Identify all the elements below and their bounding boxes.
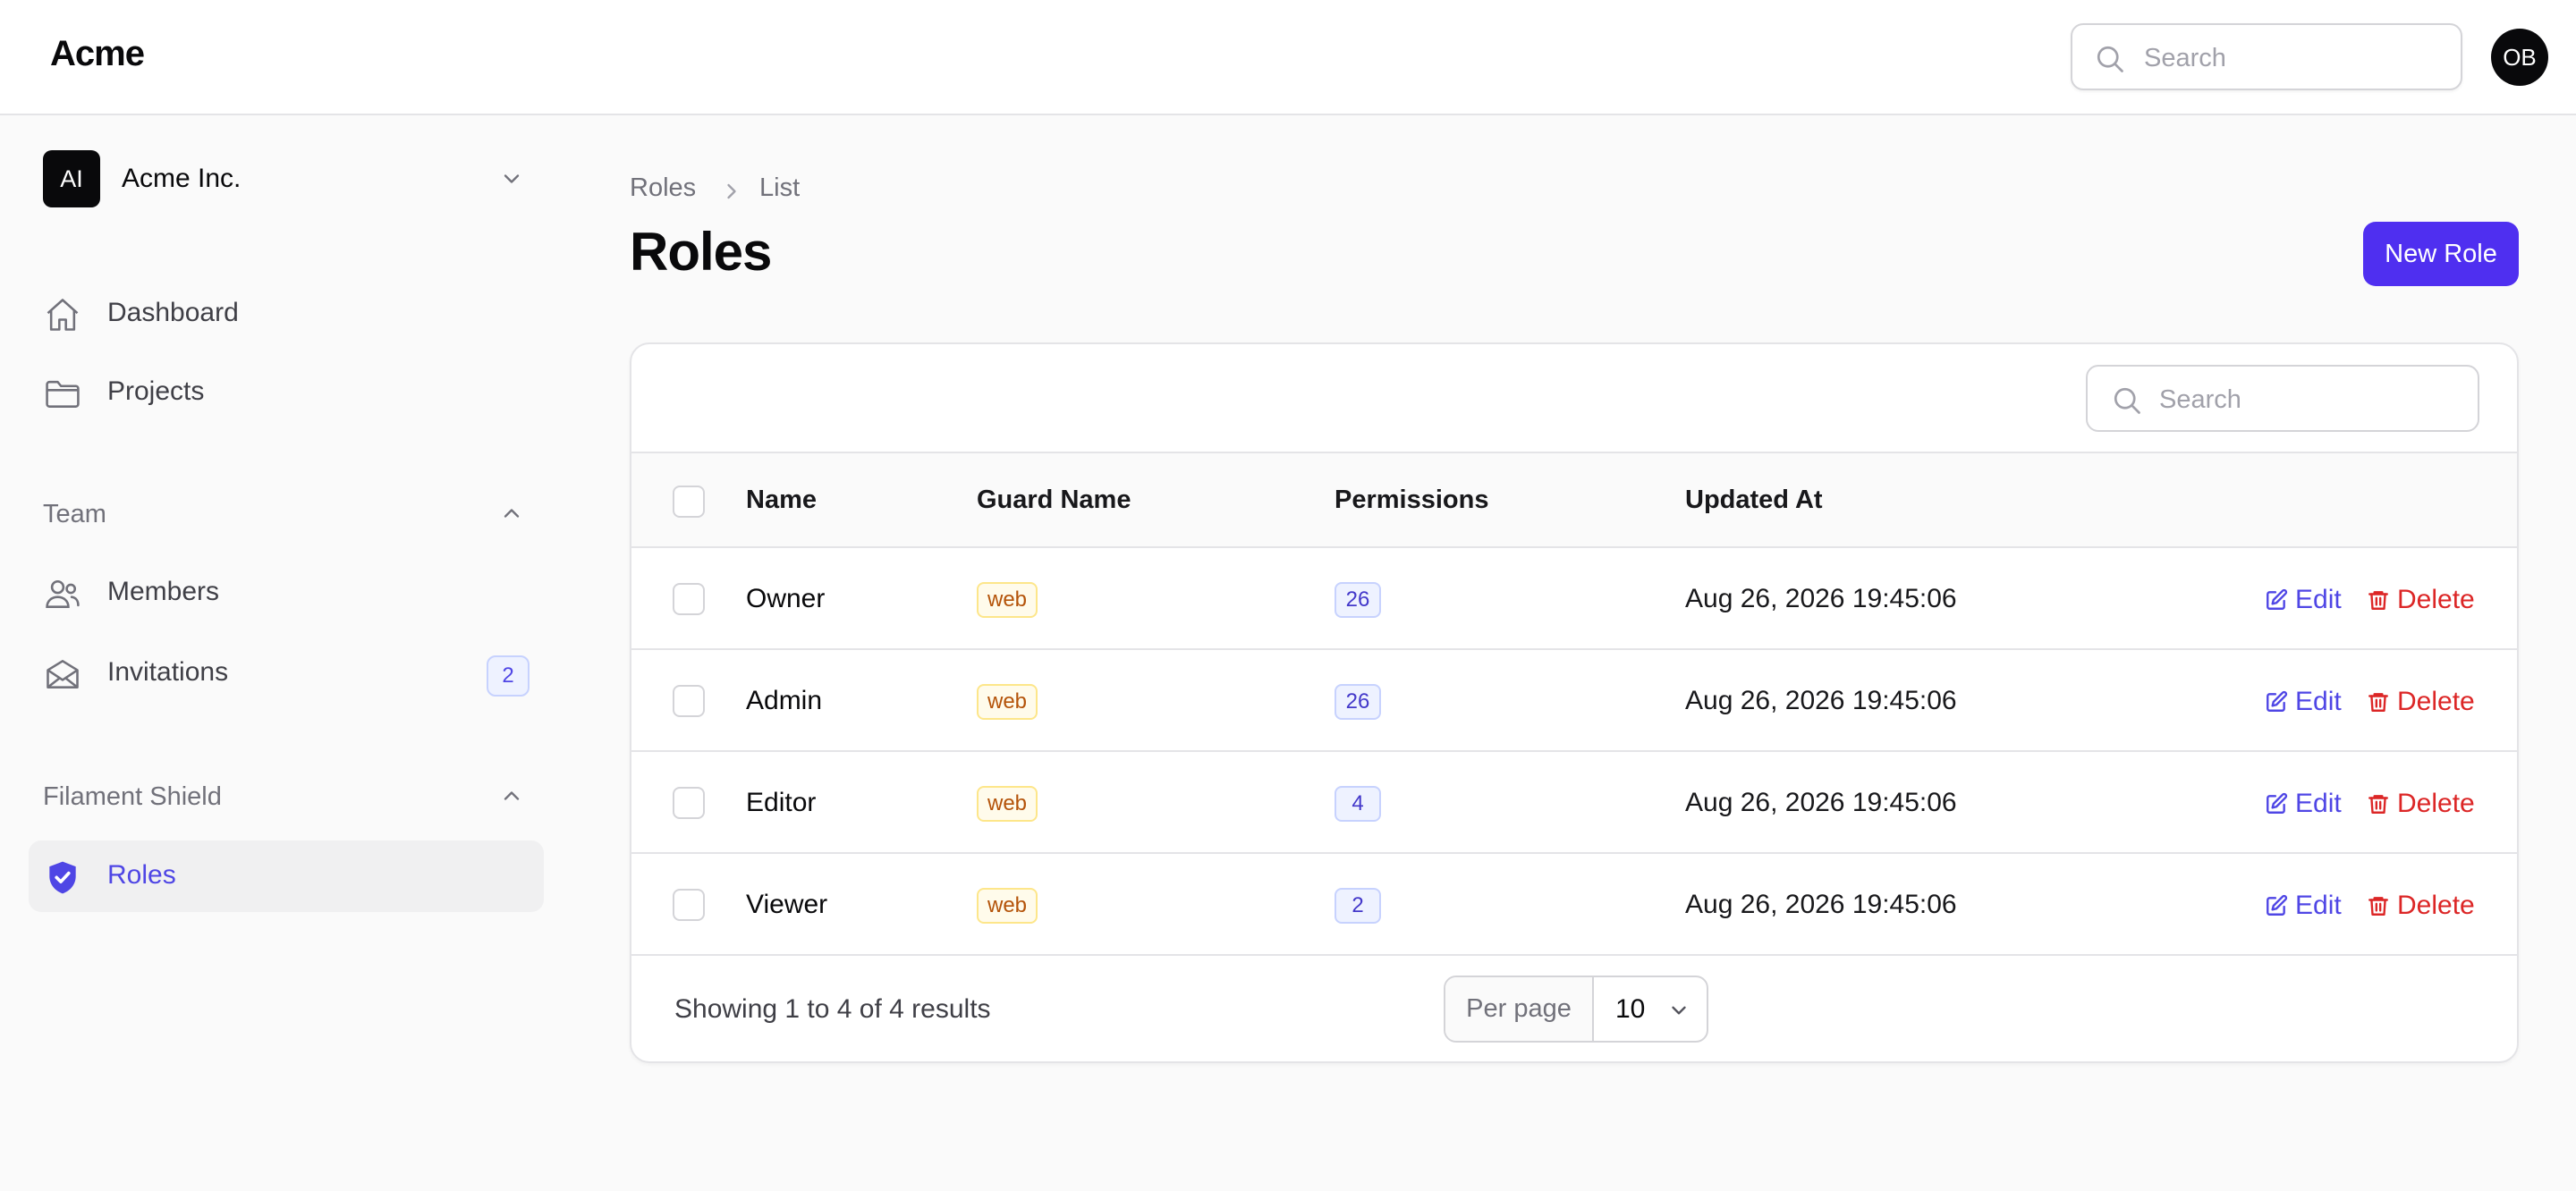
guard-badge: web	[977, 684, 1038, 720]
row-checkbox[interactable]	[673, 685, 705, 717]
sidebar-item-label: Dashboard	[107, 298, 239, 327]
table-row: Editor web 4 Aug 26, 2026 19:45:06 Edit …	[631, 752, 2517, 854]
sidebar-item-label: Members	[107, 577, 220, 606]
table-search-input[interactable]: Search	[2086, 365, 2479, 432]
sidebar-item-members[interactable]: Members	[29, 557, 544, 629]
row-checkbox[interactable]	[673, 787, 705, 819]
column-header-updated-at[interactable]: Updated At	[1685, 486, 1823, 515]
role-name: Editor	[746, 788, 817, 817]
global-search-input[interactable]: Search	[2071, 23, 2462, 90]
permissions-count-badge: 4	[1335, 786, 1381, 822]
role-name: Admin	[746, 686, 823, 715]
chevron-up-icon[interactable]	[499, 783, 524, 808]
edit-label: Edit	[2295, 789, 2342, 818]
guard-badge: web	[977, 786, 1038, 822]
updated-at: Aug 26, 2026 19:45:06	[1685, 890, 1957, 919]
delete-button[interactable]: Delete	[2367, 786, 2475, 822]
roles-table: Search Name Guard Name Permissions Updat…	[630, 342, 2519, 1063]
tenant-name: Acme Inc.	[122, 164, 242, 193]
pencil-square-icon	[2265, 894, 2288, 917]
edit-button[interactable]: Edit	[2265, 582, 2342, 618]
brand-logo[interactable]: Acme	[50, 34, 145, 74]
nav-group-team[interactable]: Team	[43, 500, 106, 529]
delete-label: Delete	[2397, 891, 2475, 920]
breadcrumb-link-roles[interactable]: Roles	[630, 173, 696, 203]
search-icon	[2111, 384, 2143, 417]
table-row: Owner web 26 Aug 26, 2026 19:45:06 Edit …	[631, 548, 2517, 650]
sidebar-item-label: Invitations	[107, 657, 229, 687]
delete-button[interactable]: Delete	[2367, 888, 2475, 924]
table-header: Name Guard Name Permissions Updated At	[631, 452, 2517, 548]
tenant-avatar: AI	[43, 150, 100, 207]
chevron-down-icon	[1667, 999, 1690, 1022]
row-checkbox[interactable]	[673, 889, 705, 921]
invitations-count-badge: 2	[487, 655, 530, 697]
nav-group-filament-shield[interactable]: Filament Shield	[43, 782, 222, 812]
edit-button[interactable]: Edit	[2265, 888, 2342, 924]
edit-button[interactable]: Edit	[2265, 684, 2342, 720]
user-avatar[interactable]: OB	[2491, 29, 2548, 86]
shield-check-icon	[43, 857, 82, 897]
sidebar-item-roles[interactable]: Roles	[29, 840, 544, 912]
chevron-up-icon[interactable]	[499, 501, 524, 526]
sidebar-item-label: Projects	[107, 376, 205, 406]
row-checkbox[interactable]	[673, 583, 705, 615]
trash-icon	[2367, 792, 2390, 815]
guard-badge: web	[977, 888, 1038, 924]
role-name: Viewer	[746, 890, 828, 919]
top-bar: Acme Search OB	[0, 0, 2576, 115]
delete-button[interactable]: Delete	[2367, 582, 2475, 618]
per-page-value: 10	[1615, 994, 1646, 1024]
per-page-label: Per page	[1445, 977, 1594, 1041]
updated-at: Aug 26, 2026 19:45:06	[1685, 686, 1957, 715]
role-name: Owner	[746, 584, 826, 613]
edit-label: Edit	[2295, 585, 2342, 614]
edit-button[interactable]: Edit	[2265, 786, 2342, 822]
search-icon	[2094, 43, 2126, 75]
envelope-open-icon	[43, 655, 82, 694]
pencil-square-icon	[2265, 588, 2288, 612]
chevron-right-icon	[719, 179, 744, 204]
trash-icon	[2367, 690, 2390, 714]
table-search-placeholder: Search	[2159, 385, 2241, 414]
column-header-name[interactable]: Name	[746, 486, 817, 515]
updated-at: Aug 26, 2026 19:45:06	[1685, 788, 1957, 817]
table-row: Viewer web 2 Aug 26, 2026 19:45:06 Edit …	[631, 854, 2517, 956]
permissions-count-badge: 26	[1335, 684, 1381, 720]
per-page-select[interactable]: Per page 10	[1444, 976, 1708, 1043]
guard-badge: web	[977, 582, 1038, 618]
select-all-checkbox[interactable]	[673, 486, 705, 518]
sidebar-item-projects[interactable]: Projects	[29, 357, 544, 428]
edit-label: Edit	[2295, 891, 2342, 920]
delete-button[interactable]: Delete	[2367, 684, 2475, 720]
tenant-switcher[interactable]: AI Acme Inc.	[43, 150, 533, 207]
updated-at: Aug 26, 2026 19:45:06	[1685, 584, 1957, 613]
permissions-count-badge: 26	[1335, 582, 1381, 618]
page-title: Roles	[630, 222, 772, 282]
home-icon	[43, 295, 82, 334]
pencil-square-icon	[2265, 792, 2288, 815]
folder-icon	[43, 374, 82, 413]
permissions-count-badge: 2	[1335, 888, 1381, 924]
chevron-down-icon	[499, 166, 524, 191]
column-header-permissions[interactable]: Permissions	[1335, 486, 1488, 515]
pagination-summary: Showing 1 to 4 of 4 results	[674, 994, 991, 1024]
sidebar-item-dashboard[interactable]: Dashboard	[29, 278, 544, 350]
delete-label: Delete	[2397, 687, 2475, 716]
edit-label: Edit	[2295, 687, 2342, 716]
new-role-button[interactable]: New Role	[2363, 222, 2519, 286]
breadcrumb-current: List	[759, 173, 801, 202]
sidebar-item-label: Roles	[107, 860, 176, 890]
trash-icon	[2367, 894, 2390, 917]
sidebar-item-invitations[interactable]: Invitations 2	[29, 638, 544, 709]
delete-label: Delete	[2397, 789, 2475, 818]
pencil-square-icon	[2265, 690, 2288, 714]
table-row: Admin web 26 Aug 26, 2026 19:45:06 Edit …	[631, 650, 2517, 752]
delete-label: Delete	[2397, 585, 2475, 614]
trash-icon	[2367, 588, 2390, 612]
column-header-guard-name[interactable]: Guard Name	[977, 486, 1131, 515]
users-icon	[43, 574, 82, 613]
global-search-placeholder: Search	[2144, 44, 2226, 72]
